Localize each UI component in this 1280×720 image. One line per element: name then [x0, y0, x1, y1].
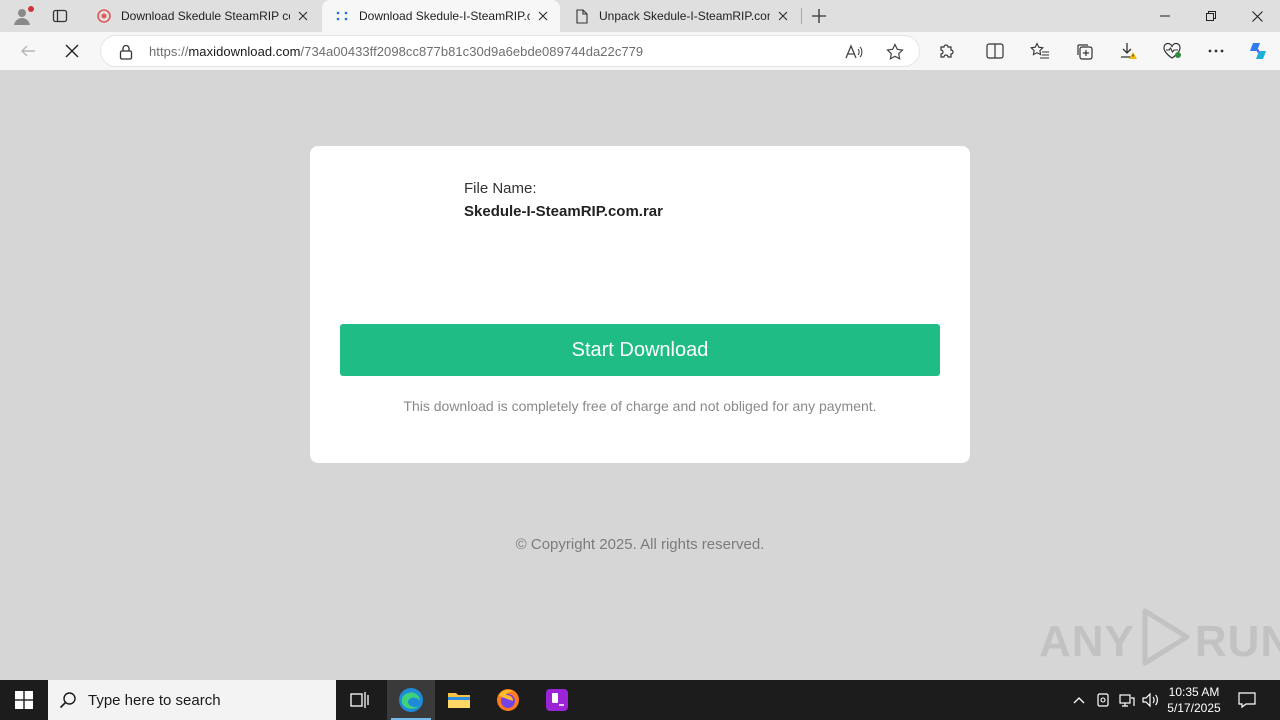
tab-maxidownload[interactable]: Download Skedule-I-SteamRIP.co: [322, 0, 560, 32]
tab-close-icon[interactable]: [294, 7, 312, 25]
firefox-icon[interactable]: [484, 680, 532, 720]
anyrun-watermark-logo: ANY RUN: [1039, 608, 1280, 674]
new-tab-plus-icon[interactable]: [806, 0, 832, 32]
notifications-icon[interactable]: [1232, 680, 1262, 720]
tab-title: Download Skedule SteamRIP com: [121, 9, 290, 23]
favorites-list-icon[interactable]: [1025, 36, 1055, 66]
steamrip-favicon-icon: [96, 8, 112, 24]
search-placeholder: Type here to search: [88, 691, 221, 709]
lock-icon[interactable]: [119, 44, 133, 63]
collections-icon[interactable]: [1069, 36, 1099, 66]
more-options-ellipsis-icon[interactable]: [1201, 36, 1231, 66]
start-download-button[interactable]: Start Download: [340, 324, 940, 376]
tab-separator: [801, 8, 802, 24]
play-triangle-icon: [1139, 607, 1191, 678]
file-explorer-icon[interactable]: [435, 680, 483, 720]
tab-close-icon[interactable]: [534, 7, 552, 25]
task-view-icon[interactable]: [336, 680, 384, 720]
download-card: File Name: Skedule-I-SteamRIP.com.rar St…: [310, 146, 970, 463]
loading-spinner-icon: [334, 8, 350, 24]
stop-loading-icon[interactable]: [57, 36, 87, 66]
taskbar-search-box[interactable]: Type here to search: [48, 680, 336, 720]
page-icon: [574, 8, 590, 24]
free-of-charge-note: This download is completely free of char…: [403, 398, 877, 414]
tab-unpack[interactable]: Unpack Skedule-I-SteamRIP.com: [562, 0, 800, 32]
show-hidden-icons-chevron-icon[interactable]: [1068, 680, 1090, 720]
notification-dot: [28, 6, 34, 12]
url-host: maxidownload.com: [188, 44, 301, 59]
browser-toolbar: https://maxidownload.com/734a00433ff2098…: [0, 32, 1280, 70]
copyright-text: © Copyright 2025. All rights reserved.: [515, 536, 765, 553]
watermark-text-right: RUN: [1194, 617, 1280, 666]
file-name-label: File Name:: [464, 180, 537, 197]
read-aloud-icon[interactable]: [843, 41, 865, 63]
close-window-icon[interactable]: [1234, 0, 1280, 32]
extensions-puzzle-icon[interactable]: [932, 36, 962, 66]
minimize-icon[interactable]: [1142, 0, 1188, 32]
tab-strip: Download Skedule SteamRIP com Download S…: [0, 0, 1280, 32]
split-screen-icon[interactable]: [980, 36, 1010, 66]
network-icon[interactable]: [1116, 680, 1138, 720]
edge-browser-taskbar-icon[interactable]: [387, 680, 435, 720]
url-scheme: https://: [149, 44, 189, 59]
copilot-icon[interactable]: [1243, 36, 1273, 66]
clock-time: 10:35 AM: [1168, 685, 1220, 699]
tab-actions-icon[interactable]: [46, 0, 74, 32]
clock-date: 5/17/2025: [1167, 701, 1221, 715]
windows-start-icon[interactable]: [0, 680, 48, 720]
search-icon: [48, 691, 88, 709]
back-arrow-icon[interactable]: [13, 36, 43, 66]
volume-speaker-icon[interactable]: [1140, 680, 1162, 720]
browser-essentials-icon[interactable]: [1157, 36, 1187, 66]
url-text[interactable]: https://maxidownload.com/734a00433ff2098…: [149, 44, 643, 59]
tab-steamrip[interactable]: Download Skedule SteamRIP com: [84, 0, 320, 32]
tab-close-icon[interactable]: [774, 7, 792, 25]
profile-avatar-icon[interactable]: [8, 0, 36, 32]
tab-title: Unpack Skedule-I-SteamRIP.com: [599, 9, 770, 23]
purple-app-taskbar-icon[interactable]: [533, 680, 581, 720]
restore-icon[interactable]: [1188, 0, 1234, 32]
favorite-star-icon[interactable]: [884, 41, 906, 63]
page-viewport: File Name: Skedule-I-SteamRIP.com.rar St…: [3, 70, 1280, 678]
meet-now-icon[interactable]: [1092, 680, 1114, 720]
downloads-icon[interactable]: [1114, 36, 1144, 66]
tab-title: Download Skedule-I-SteamRIP.co: [359, 9, 530, 23]
address-bar[interactable]: https://maxidownload.com/734a00433ff2098…: [100, 35, 920, 67]
watermark-text-left: ANY: [1039, 617, 1135, 666]
file-name-value: Skedule-I-SteamRIP.com.rar: [464, 203, 663, 220]
windows-taskbar: Type here to search 10:35 AM 5/17/2025: [0, 680, 1280, 720]
taskbar-clock[interactable]: 10:35 AM 5/17/2025: [1162, 680, 1226, 720]
url-path: /734a00433ff2098cc877b81c30d9a6ebde08974…: [300, 44, 644, 59]
